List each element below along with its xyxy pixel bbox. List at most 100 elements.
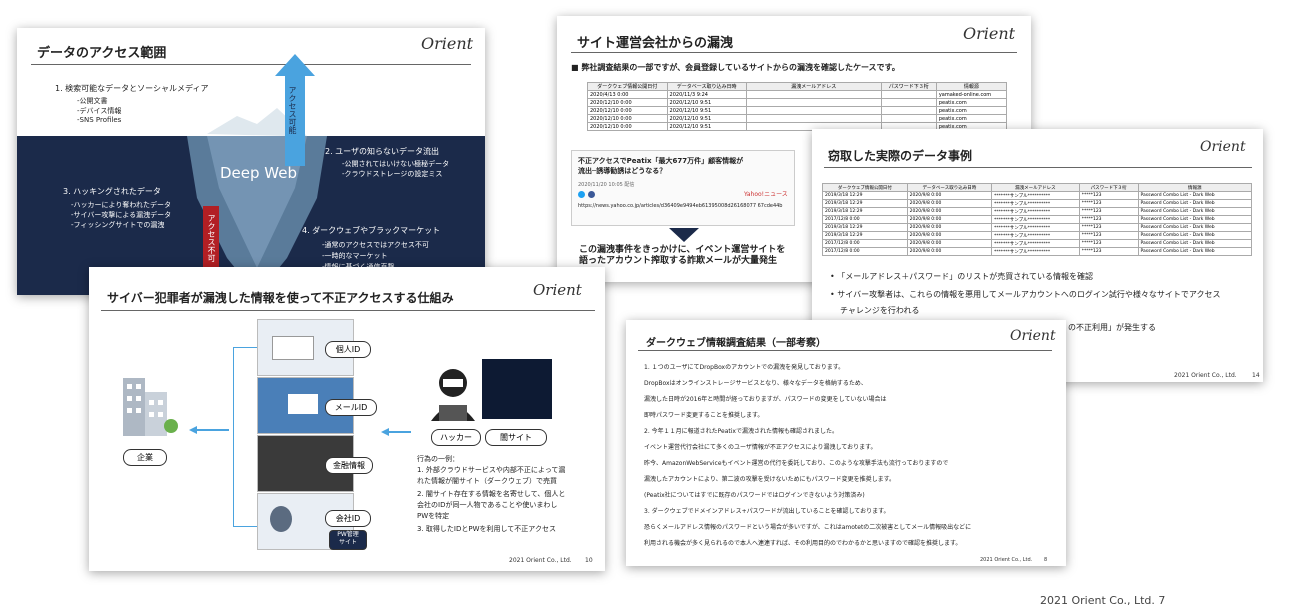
cell: 2017/12/8 0:00 (822, 247, 908, 256)
cell: *****123 (1078, 231, 1139, 240)
news-meta: 2020/11/20 10:05 配信 (578, 182, 635, 188)
survey-line-10: 3. ダークウェブでドメインアドレス+パスワードが流出していることを確認しており… (644, 508, 890, 515)
leak-table: ダークウェブ情報公開日付 データベース取り込み日時 漏洩メールアドレス パスワー… (587, 82, 1008, 131)
cell: *******サンプル********** (991, 247, 1080, 256)
cell: *******サンプル********** (991, 207, 1080, 216)
table-row: 2019/3/18 12:29 2020/9/8 0:00 *******サンプル*… (822, 223, 1253, 232)
slide-title: ダークウェブ情報調査結果（一部考察） (646, 338, 826, 349)
table-row: 2019/3/18 12:29 2020/9/8 0:00 *******サンプル*… (822, 191, 1253, 200)
orient-logo: Orient (1010, 328, 1056, 344)
cell: *****123 (1078, 207, 1139, 216)
survey-line-12: 利用される機会が多く見られるので本人へ連連すれば、その利用目的のでわかるかと思い… (644, 540, 962, 547)
survey-line-1: 1. １つのユーザにてDropBoxのアカウントでの漏洩を発見しております。 (644, 364, 845, 371)
item1-sub-1: -公開文書 (77, 97, 108, 105)
cell: *****123 (1078, 191, 1139, 200)
bullet-3-partial: の不正利用」が発生する (1068, 323, 1156, 332)
item1-sub-3: -SNS Profiles (77, 116, 122, 124)
label-pw-site: PW管理 サイト (329, 530, 367, 550)
cell: 2020/4/13 0:00 (587, 90, 668, 99)
news-card: 不正アクセスでPeatix「最大677万件」顧客情報が流出─誘導勧誘はどうなる？… (571, 150, 795, 226)
bottom-footer-text: 2021 Orient Co., Ltd. 7 (1040, 594, 1166, 607)
bullet-2: • サイバー攻撃者は、これらの情報を悪用してメールアカウントへのログイン試行や様… (830, 290, 1221, 299)
bullet-1: • 「メールアドレス＋パスワード」のリストが売買されている情報を確認 (830, 272, 1094, 281)
table-row: 2020/12/10 0:00 2020/12/10 9:51 peatix.com (587, 106, 1008, 115)
cell (745, 98, 882, 107)
cell (745, 106, 882, 115)
cell: *******サンプル********** (991, 199, 1080, 208)
cell: 2020/9/8 0:00 (906, 223, 993, 232)
page-number: 14 (1252, 372, 1260, 379)
cell (880, 90, 937, 99)
access-ok-label: アクセス可能 (288, 86, 297, 134)
orient-logo: Orient (421, 34, 474, 53)
deep-web-label: Deep Web (220, 164, 297, 182)
slide-darkweb-survey-result: ダークウェブ情報調査結果（一部考察） Orient 1. １つのユーザにてDro… (626, 320, 1066, 566)
cell: Password Combo List - Dark Web (1137, 223, 1253, 232)
item4-sub-1: -通常のアクセスではアクセス不可 (322, 241, 429, 249)
cell: Password Combo List - Dark Web (1137, 247, 1253, 256)
cell: 2019/3/18 12:29 (822, 231, 908, 240)
column-header: 情報源 (1137, 183, 1253, 192)
example-line-4: 会社のIDが同一人物であることや使いまわし (417, 501, 558, 509)
id-card-icon (272, 336, 314, 360)
envelope-icon (288, 394, 318, 414)
table-row: 2017/12/8 0:00 2020/9/8 0:00 *******サンプル**… (822, 215, 1253, 224)
cell: 2020/9/8 0:00 (906, 207, 993, 216)
cell: *******サンプル********** (991, 191, 1080, 200)
survey-line-7: 昨今、AmazonWebServiceもイベント運営の代行を委託しており、このよ… (644, 460, 949, 467)
cell: *******サンプル********** (991, 231, 1080, 240)
label-company-id: 会社ID (325, 510, 371, 527)
column-header: 漏洩メールアドレス (991, 183, 1080, 192)
table-row: 2017/12/8 0:00 2020/9/8 0:00 *******サンプル**… (822, 247, 1253, 256)
column-header: パスワード下３桁 (880, 82, 937, 91)
cell: 2019/3/18 12:29 (822, 191, 908, 200)
example-line-5: PWを特定 (417, 512, 450, 520)
cell: Password Combo List - Dark Web (1137, 191, 1253, 200)
cell: 2020/9/8 0:00 (906, 247, 993, 256)
survey-line-5: 2. 今年１１月に報道されたPeatixで漏洩された情報も確認されました。 (644, 428, 838, 435)
cell: 2020/9/8 0:00 (906, 239, 993, 248)
bullet-2-cont: チャレンジを行われる (840, 306, 920, 315)
item3-sub-1: -ハッカーにより奪われたデータ (71, 201, 172, 209)
cell: 2020/9/8 0:00 (906, 215, 993, 224)
orient-logo: Orient (1200, 139, 1246, 155)
cell: *****123 (1078, 223, 1139, 232)
table-header-row: ダークウェブ情報公開日付 データベース取り込み日時 漏洩メールアドレス パスワー… (822, 183, 1253, 192)
cell: 2020/9/8 0:00 (906, 231, 993, 240)
cell: *****123 (1078, 215, 1139, 224)
example-line-2: れた情報が闇サイト（ダークウェブ）で売買 (417, 477, 557, 485)
cell: 2020/12/10 0:00 (587, 114, 668, 123)
cell: Password Combo List - Dark Web (1137, 231, 1253, 240)
left-arrow-icon-2 (381, 428, 411, 436)
item3-sub-3: -フィッシングサイトでの漏洩 (71, 221, 165, 229)
cell (880, 114, 937, 123)
news-source: Yahoo!ニュース (744, 191, 788, 198)
cell: Password Combo List - Dark Web (1137, 215, 1253, 224)
bracket-line (233, 347, 258, 527)
item3-label: 3. ハッキングされたデータ (63, 187, 161, 196)
conclusion-text: この漏洩事件をきっかけに、イベント運営サイトを 語ったアカウント搾取する詐欺メー… (579, 245, 786, 266)
survey-line-11: 恐らくメールアドレス情報のパスワードという場合が多いですが、これはamotetの… (644, 524, 972, 531)
column-header: 漏洩メールアドレス (745, 82, 882, 91)
cell: 2020/11/3 9:24 (666, 90, 747, 99)
cell: 2020/12/10 9:51 (666, 114, 747, 123)
cell: 2020/12/10 9:51 (666, 98, 747, 107)
slide-unauthorized-access-mechanism: サイバー犯罪者が漏洩した情報を使って不正アクセスする仕組み Orient 企業 … (89, 267, 605, 571)
cell: 2019/3/18 12:29 (822, 207, 908, 216)
column-header: 情報源 (935, 82, 1008, 91)
orient-logo: Orient (533, 281, 582, 299)
company-label: 企業 (123, 449, 167, 466)
example-line-3: 2. 闇サイト存在する情報を名寄せして、個人と (417, 490, 566, 498)
table-row: 2019/3/18 12:29 2020/9/8 0:00 *******サンプル*… (822, 199, 1253, 208)
table-row: 2020/4/13 0:00 2020/11/3 9:24 yamaked-onli… (587, 90, 1008, 99)
cell: 2020/12/10 0:00 (587, 106, 668, 115)
slide-footer: 2021 Orient Co., Ltd. (980, 557, 1033, 563)
label-personal-id: 個人ID (325, 341, 371, 358)
column-header: ダークウェブ情報公開日付 (822, 183, 908, 192)
column-header: データベース取り込み日時 (906, 183, 993, 192)
slide-footer: 2021 Orient Co., Ltd. (509, 557, 572, 564)
item2-label: 2. ユーザの知らないデータ流出 (325, 147, 440, 156)
label-finance: 金融情報 (325, 457, 373, 474)
table-row: 2020/12/10 0:00 2020/12/10 9:51 peatix.com (587, 114, 1008, 123)
title-rule (571, 52, 1017, 53)
